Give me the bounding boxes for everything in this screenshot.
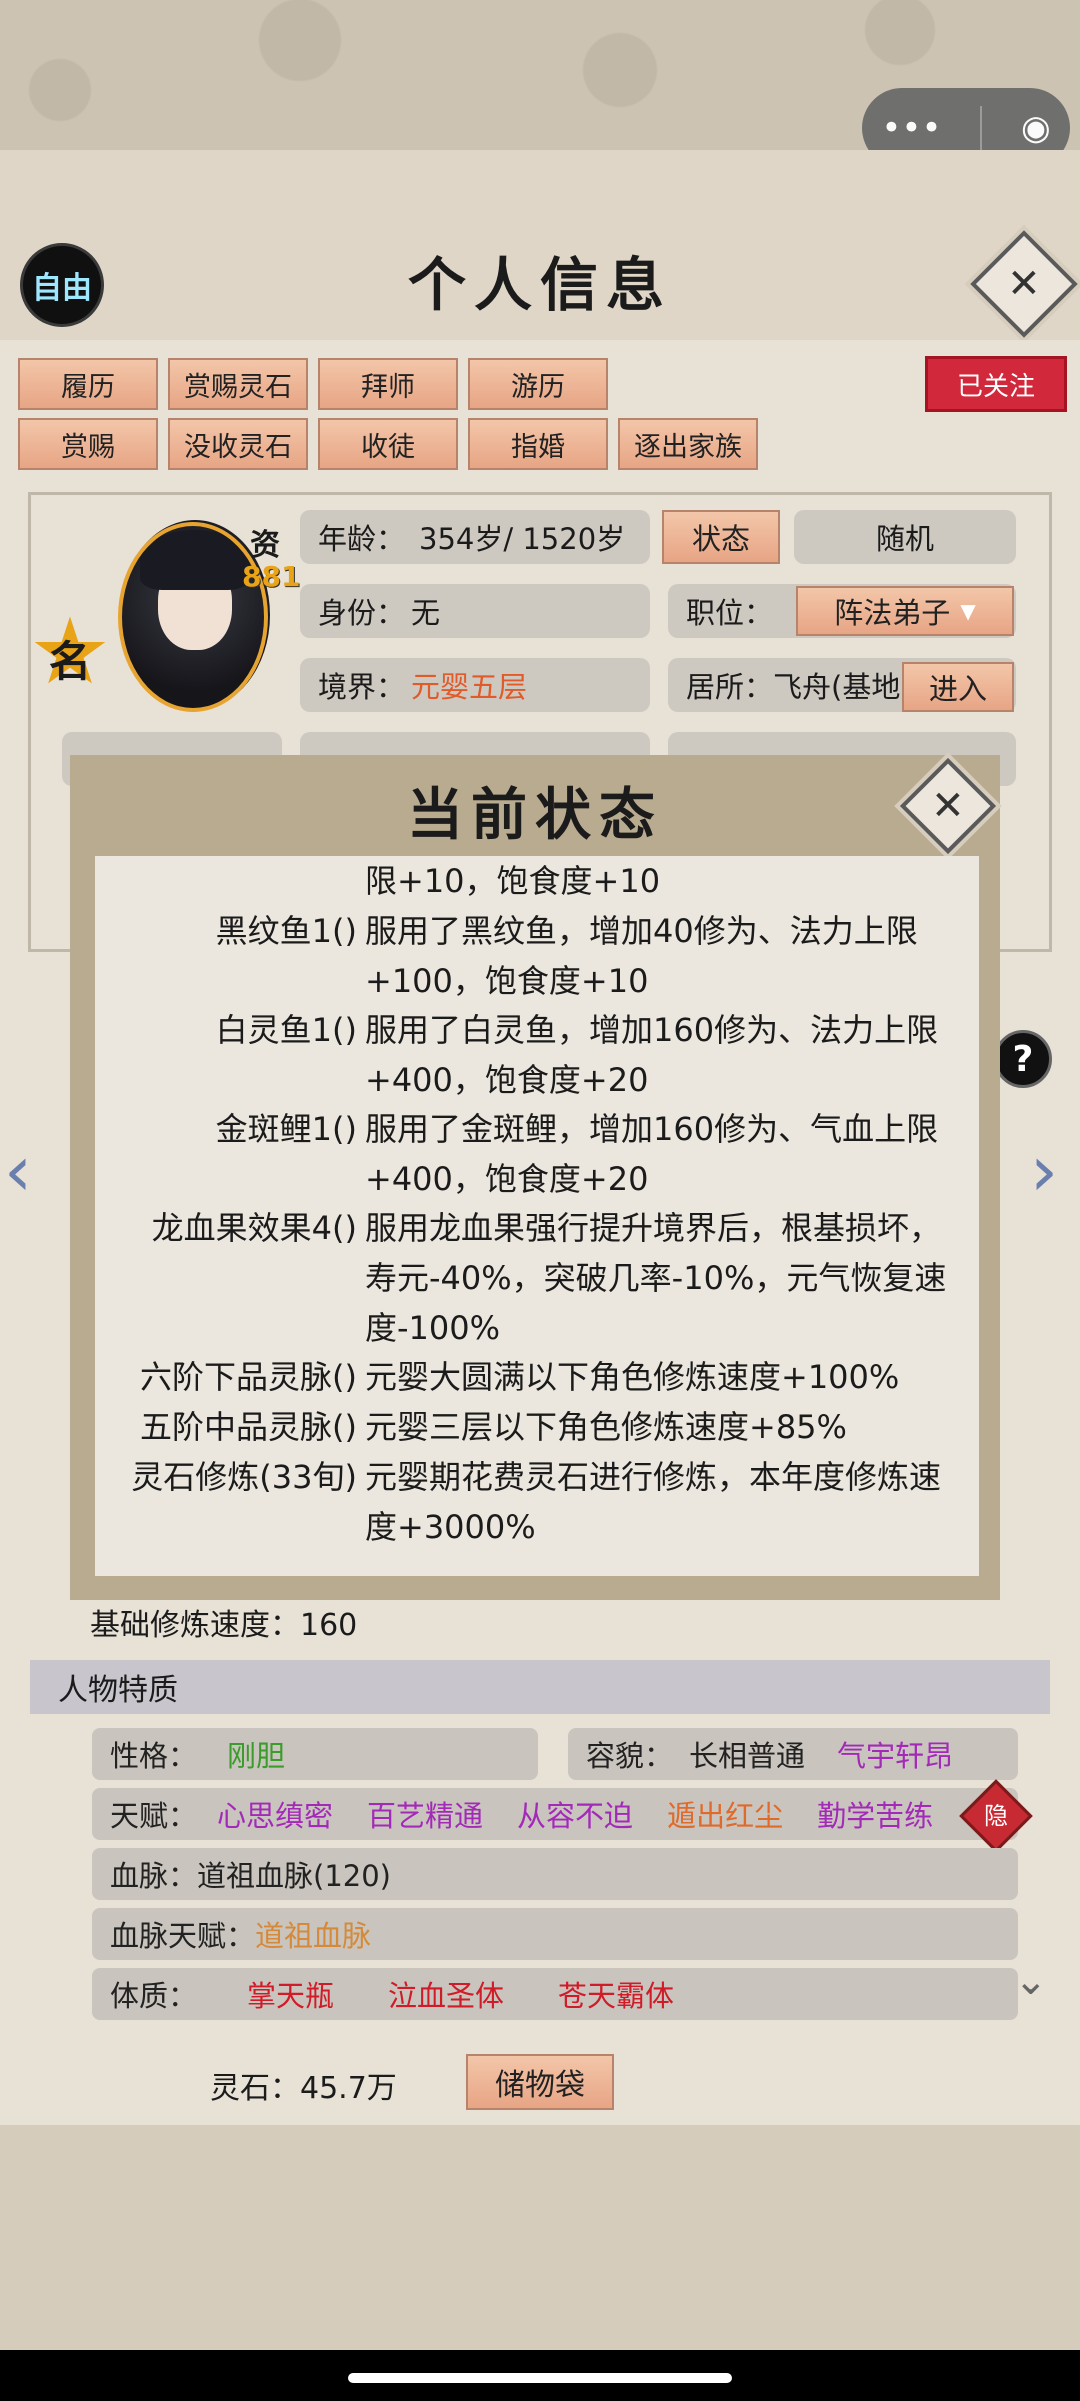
expel-button[interactable]: 逐出家族 [618, 418, 758, 470]
talent-5[interactable]: 勤学苦练 [817, 1793, 933, 1835]
looks-value-2: 气宇轩昂 [837, 1739, 954, 1773]
bloodline-talent-row: 血脉天赋： 道祖血脉 [92, 1908, 1018, 1960]
realm-field: 境界： 元婴五层 [300, 658, 650, 712]
reward-button[interactable]: 赏赐 [18, 418, 158, 470]
status-desc: 限+10，饱食度+10 [365, 862, 661, 900]
talent-2[interactable]: 百艺精通 [367, 1793, 483, 1835]
random-button[interactable]: 随机 [794, 510, 1016, 564]
popup-title: 当前状态 [407, 782, 663, 848]
talent-1[interactable]: 心思缜密 [217, 1793, 333, 1835]
storage-bag-button[interactable]: 储物袋 [466, 2054, 614, 2110]
status-name: 灵石修炼(33旬) [131, 1458, 357, 1496]
aptitude-label: 资 [250, 528, 280, 563]
bloodline-value: 道祖血脉(120) [197, 1859, 391, 1893]
status-desc: 服用龙血果强行提升境界后，根基损坏，寿元-40%，突破几率-10%，元气恢复速度… [365, 1209, 947, 1347]
status-desc: 服用了白灵鱼，增加160修为、法力上限+400，饱食度+20 [365, 1011, 939, 1099]
status-name: 白灵鱼1() [215, 1011, 357, 1049]
bloodline-talent-value: 道祖血脉 [255, 1919, 372, 1953]
realm-value: 元婴五层 [411, 670, 528, 704]
aptitude-value: 881 [242, 560, 301, 593]
base-speed: 基础修炼速度：160 [90, 1608, 358, 1643]
looks-row: 容貌： 长相普通 气宇轩昂 [568, 1728, 1018, 1780]
status-button[interactable]: 状态 [662, 510, 780, 564]
reward-stone-button[interactable]: 赏赐灵石 [168, 358, 308, 410]
travel-button[interactable]: 游历 [468, 358, 608, 410]
arrange-marriage-button[interactable]: 指婚 [468, 418, 608, 470]
take-disciple-button[interactable]: 收徒 [318, 418, 458, 470]
capsule-divider [980, 106, 983, 150]
home-indicator[interactable] [348, 2373, 732, 2383]
apprentice-button[interactable]: 拜师 [318, 358, 458, 410]
status-desc: 服用了金斑鲤，增加160修为、气血上限+400，饱食度+20 [365, 1110, 939, 1198]
physique-2[interactable]: 泣血圣体 [388, 1973, 504, 2015]
status-desc: 元婴期花费灵石进行修炼，本年度修炼速度+3000% [365, 1458, 942, 1546]
hide-label: 隐 [984, 1802, 1008, 1830]
talent-row: 天赋： 心思缜密 百艺精通 从容不迫 遁出红尘 勤学苦练 [92, 1788, 1018, 1840]
right-arrow-icon[interactable]: › [1030, 1130, 1058, 1212]
status-name: 五阶中品灵脉() [140, 1408, 357, 1446]
physique-1[interactable]: 掌天瓶 [247, 1973, 334, 2015]
residence-label: 居所： [686, 670, 774, 704]
fame-label: 名 [48, 637, 91, 686]
follow-badge[interactable]: 已关注 [925, 356, 1067, 412]
talent-label: 天赋： [110, 1799, 198, 1833]
physique-3[interactable]: 苍天霸体 [558, 1973, 674, 2015]
position-dropdown[interactable]: 阵法弟子 ▼ [796, 586, 1014, 636]
identity-field: 身份： 无 [300, 584, 650, 638]
identity-label: 身份： [318, 596, 406, 630]
bloodline-talent-label: 血脉天赋： [110, 1919, 256, 1953]
target-icon[interactable]: ◉ [1021, 108, 1051, 148]
age-label: 年龄： [318, 522, 406, 556]
residence-value: 飞舟(基地 [773, 670, 901, 704]
realm-label: 境界： [318, 670, 406, 704]
history-button[interactable]: 履历 [18, 358, 158, 410]
traits-section-header: 人物特质 [30, 1660, 1050, 1714]
looks-label: 容貌： [586, 1739, 674, 1773]
personality-value: 刚胆 [227, 1739, 286, 1773]
talent-4[interactable]: 遁出红尘 [667, 1793, 783, 1835]
help-icon[interactable]: ? [994, 1030, 1052, 1088]
age-value: 354岁/ 1520岁 [419, 522, 626, 556]
confiscate-stone-button[interactable]: 没收灵石 [168, 418, 308, 470]
enter-button[interactable]: 进入 [902, 662, 1014, 712]
personality-label: 性格： [110, 1739, 198, 1773]
physique-label: 体质： [110, 1979, 198, 2013]
status-name: 金斑鲤1() [215, 1110, 357, 1148]
bloodline-row: 血脉： 道祖血脉(120) [92, 1848, 1018, 1900]
talent-3[interactable]: 从容不迫 [517, 1793, 633, 1835]
personality-row: 性格： 刚胆 [92, 1728, 538, 1780]
more-icon[interactable]: ••• [881, 108, 941, 148]
status-name: 龙血果效果4() [151, 1209, 357, 1247]
avatar-ring [118, 522, 268, 712]
auto-button[interactable]: 自由 [20, 243, 104, 327]
status-desc: 元婴大圆满以下角色修炼速度+100% [365, 1358, 900, 1396]
physique-row: 体质： 掌天瓶 泣血圣体 苍天霸体 [92, 1968, 1018, 2020]
close-icon: ✕ [1007, 260, 1041, 307]
position-label: 职位： [686, 596, 774, 630]
status-name: 黑纹鱼1() [215, 912, 357, 950]
chevron-down-icon[interactable]: ⌄ [1014, 1958, 1048, 2004]
close-icon: ✕ [931, 782, 965, 829]
status-desc: 服用了黑纹鱼，增加40修为、法力上限+100，饱食度+10 [365, 912, 918, 1000]
spirit-stone-count: 灵石：45.7万 [210, 2071, 397, 2106]
bloodline-label: 血脉： [110, 1859, 198, 1893]
chevron-down-icon: ▼ [960, 599, 976, 623]
identity-value: 无 [411, 596, 441, 630]
page-title: 个人信息 [407, 251, 672, 319]
age-field: 年龄： 354岁/ 1520岁 [300, 510, 650, 564]
status-desc: 元婴三层以下角色修炼速度+85% [365, 1408, 847, 1446]
position-value: 阵法弟子 [834, 596, 951, 630]
left-arrow-icon[interactable]: ‹ [4, 1130, 32, 1212]
status-name: 六阶下品灵脉() [140, 1358, 357, 1396]
popup-body[interactable]: 限+10，饱食度+10 黑纹鱼1() 服用了黑纹鱼，增加40修为、法力上限+10… [95, 856, 979, 1576]
looks-value: 长相普通 [689, 1739, 806, 1773]
